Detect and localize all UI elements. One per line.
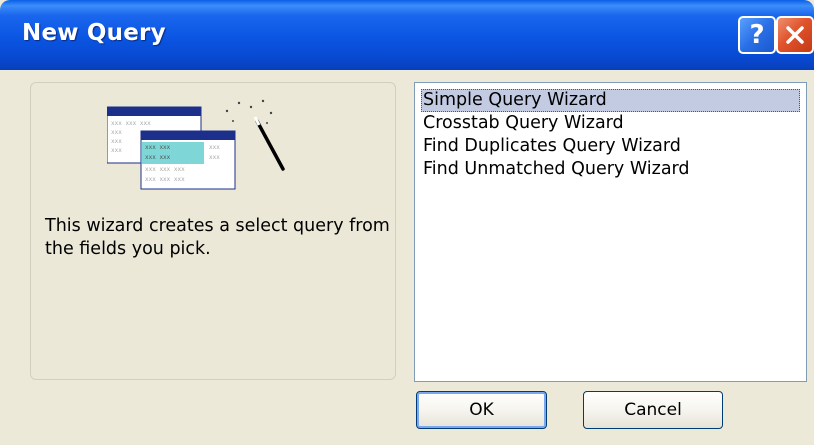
wizard-listbox[interactable]: Simple Query Wizard Crosstab Query Wizar…: [414, 82, 807, 382]
title-bar[interactable]: New Query ?: [0, 0, 814, 70]
svg-text:xxx xxx: xxx xxx: [145, 144, 171, 151]
svg-text:xxx xxx xxx: xxx xxx xxx: [111, 120, 151, 127]
query-wizard-illustration: xxx xxx xxx xxx xxx xxx xxx xxx xxx xxx …: [107, 99, 285, 190]
window-title: New Query: [22, 20, 166, 46]
help-button[interactable]: ?: [738, 16, 776, 54]
svg-text:xxx: xxx: [209, 144, 220, 151]
ok-button[interactable]: OK: [416, 391, 547, 429]
svg-text:xxx xxx: xxx xxx: [145, 154, 171, 161]
help-icon: ?: [749, 20, 765, 50]
close-icon: [786, 26, 804, 44]
svg-text:xxx: xxx: [111, 129, 122, 136]
svg-text:xxx: xxx: [209, 154, 220, 161]
new-query-dialog: New Query ? xxx xxx xxx xxx xxx xxx xxx …: [0, 0, 814, 445]
list-item[interactable]: Find Duplicates Query Wizard: [421, 135, 800, 158]
close-button[interactable]: [776, 16, 814, 54]
svg-text:xxx xxx xxx: xxx xxx xxx: [145, 166, 185, 173]
svg-text:xxx xxx xxx: xxx xxx xxx: [145, 176, 185, 183]
wizard-description: This wizard creates a select query from …: [45, 216, 390, 259]
svg-text:xxx: xxx: [111, 138, 122, 145]
list-item[interactable]: Find Unmatched Query Wizard: [421, 158, 800, 181]
list-item[interactable]: Crosstab Query Wizard: [421, 112, 800, 135]
list-item[interactable]: Simple Query Wizard: [421, 89, 800, 112]
cancel-button[interactable]: Cancel: [583, 391, 723, 429]
svg-text:xxx: xxx: [111, 147, 122, 154]
wizard-info-panel: xxx xxx xxx xxx xxx xxx xxx xxx xxx xxx …: [30, 82, 396, 380]
